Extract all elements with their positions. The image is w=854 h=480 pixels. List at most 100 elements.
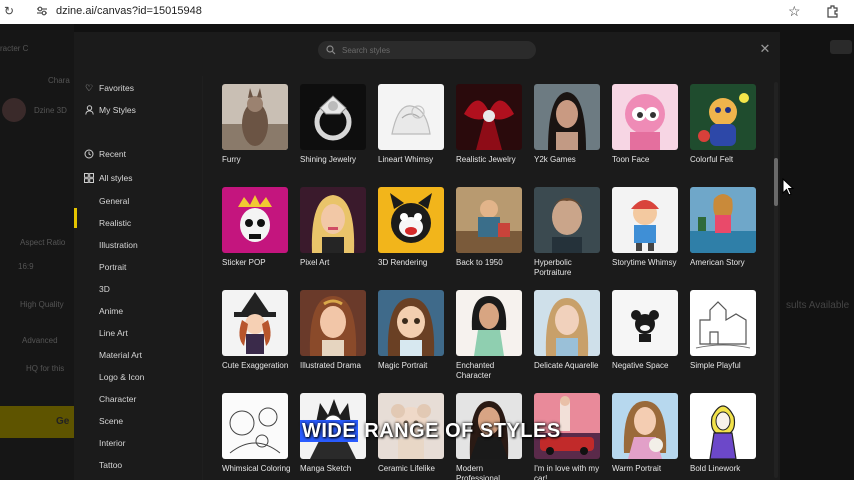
sidebar-category-realistic[interactable]: Realistic	[99, 218, 131, 228]
style-card-pixel-art[interactable]: Pixel Art	[300, 187, 368, 268]
style-thumbnail	[612, 393, 678, 459]
style-card-negative-space[interactable]: Negative Space	[612, 290, 680, 371]
style-card-realistic-jewelry[interactable]: Realistic Jewelry	[456, 84, 524, 165]
sidebar-item-favorites[interactable]: ♡ Favorites	[84, 80, 134, 96]
style-label: Bold Linework	[690, 464, 741, 473]
style-card-magic-portrait[interactable]: Magic Portrait	[378, 290, 446, 371]
sidebar-category-character[interactable]: Character	[99, 394, 136, 404]
style-sidebar: ♡ Favorites My Styles Recent All styles …	[74, 76, 202, 480]
video-caption: WIDE RANGE OF STYLES	[300, 420, 561, 443]
bg-text: Aspect Ratio	[20, 238, 66, 247]
style-thumbnail	[534, 290, 600, 356]
sidebar-item-recent[interactable]: Recent	[84, 146, 126, 162]
sidebar-category-material-art[interactable]: Material Art	[99, 350, 142, 360]
style-label: Lineart Whimsy	[378, 155, 434, 164]
sidebar-category-logo-icon[interactable]: Logo & Icon	[99, 372, 144, 382]
style-card-cute-exaggeration[interactable]: Cute Exaggeration	[222, 290, 290, 371]
style-card-colorful-felt[interactable]: Colorful Felt	[690, 84, 758, 165]
cut-off-label: —	[458, 72, 466, 75]
site-settings-icon[interactable]	[36, 5, 48, 17]
background-left-panel: racter C Chara Dzine 3D Aspect Ratio 16:…	[0, 24, 74, 480]
style-thumbnail	[222, 290, 288, 356]
style-thumbnail	[690, 84, 756, 150]
scrollbar-track[interactable]	[774, 82, 778, 478]
style-label: Magic Portrait	[378, 361, 428, 370]
avatar	[2, 98, 26, 122]
style-card-american-story[interactable]: American Story	[690, 187, 758, 268]
bookmark-star-icon[interactable]: ☆	[788, 3, 801, 20]
style-label: 3D Rendering	[378, 258, 428, 267]
style-card-back-to-1950[interactable]: Back to 1950	[456, 187, 524, 268]
reload-icon[interactable]: ↻	[4, 4, 18, 18]
extensions-icon[interactable]	[826, 4, 840, 18]
grid-icon	[84, 173, 94, 183]
active-indicator	[74, 208, 77, 228]
style-thumbnail	[456, 290, 522, 356]
sidebar-item-all-styles[interactable]: All styles	[84, 170, 133, 186]
clock-icon	[84, 149, 94, 159]
sidebar-category-scene[interactable]: Scene	[99, 416, 123, 426]
style-card-3d-rendering[interactable]: 3D Rendering	[378, 187, 446, 268]
style-label: Enchanted Character	[456, 361, 495, 380]
sidebar-category-illustration[interactable]: Illustration	[99, 240, 138, 250]
sidebar-category-portrait[interactable]: Portrait	[99, 262, 126, 272]
style-label: American Story	[690, 258, 745, 267]
caption-highlight: WIDE	[300, 420, 359, 442]
style-thumbnail	[612, 290, 678, 356]
bg-text: sults Available	[786, 300, 850, 311]
bg-text: Advanced	[22, 336, 58, 345]
style-card-warm-portrait[interactable]: Warm Portrait	[612, 393, 680, 474]
scrollbar-thumb[interactable]	[774, 158, 778, 206]
style-card-sticker-pop[interactable]: Sticker POP	[222, 187, 290, 268]
style-card-whimsical-coloring[interactable]: Whimsical Coloring	[222, 393, 290, 474]
sidebar-category-tattoo[interactable]: Tattoo	[99, 460, 122, 470]
style-label: Ceramic Lifelike	[378, 464, 435, 473]
style-card-furry[interactable]: Furry	[222, 84, 290, 165]
close-icon[interactable]: ✕	[758, 42, 772, 56]
style-card-enchanted-character[interactable]: Enchanted Character	[456, 290, 524, 381]
bg-text: Chara	[48, 76, 70, 85]
sidebar-category-line-art[interactable]: Line Art	[99, 328, 128, 338]
bg-text: racter C	[0, 44, 29, 53]
cut-off-label: —	[302, 72, 310, 75]
style-card-simple-playful[interactable]: Simple Playful	[690, 290, 758, 371]
address-bar[interactable]: dzine.ai/canvas?id=15015948	[56, 5, 202, 17]
style-thumbnail	[378, 290, 444, 356]
style-card-storytime-whimsy[interactable]: Storytime Whimsy	[612, 187, 680, 268]
bg-text: Dzine 3D	[34, 106, 67, 115]
style-card-delicate-aquarelle[interactable]: Delicate Aquarelle	[534, 290, 602, 371]
style-label: Back to 1950	[456, 258, 503, 267]
style-thumbnail	[222, 393, 288, 459]
style-thumbnail	[612, 187, 678, 253]
style-label: Illustrated Drama	[300, 361, 361, 370]
sidebar-item-my-styles[interactable]: My Styles	[84, 102, 136, 118]
style-label: Y2k Games	[534, 155, 576, 164]
search-input[interactable]: Search styles	[318, 41, 536, 59]
sidebar-item-label: Recent	[99, 149, 126, 159]
style-thumbnail	[456, 84, 522, 150]
style-label: Whimsical Coloring	[222, 464, 291, 473]
style-card-y2k-games[interactable]: Y2k Games	[534, 84, 602, 165]
style-card-illustrated-drama[interactable]: Illustrated Drama	[300, 290, 368, 371]
style-label: Delicate Aquarelle	[534, 361, 599, 370]
bg-button	[830, 40, 852, 54]
sidebar-item-label: All styles	[99, 173, 133, 183]
bg-text: HQ for this	[26, 364, 65, 373]
bg-text: Ge	[56, 416, 70, 427]
style-thumbnail	[378, 84, 444, 150]
user-icon	[84, 105, 94, 115]
style-thumbnail	[222, 84, 288, 150]
style-card-lineart-whimsy[interactable]: Lineart Whimsy	[378, 84, 446, 165]
style-card-hyperbolic-portraiture[interactable]: Hyperbolic Portraiture	[534, 187, 602, 278]
style-card-bold-linework[interactable]: Bold Linework	[690, 393, 758, 474]
style-label: Simple Playful	[690, 361, 741, 370]
style-thumbnail	[456, 187, 522, 253]
style-card-shining-jewelry[interactable]: Shining Jewelry	[300, 84, 368, 165]
sidebar-category-general[interactable]: General	[99, 196, 129, 206]
sidebar-category-anime[interactable]: Anime	[99, 306, 123, 316]
style-grid: — — — — Furry Shining Jewelry Lineart Wh…	[222, 72, 762, 480]
sidebar-category-interior[interactable]: Interior	[99, 438, 125, 448]
style-thumbnail	[378, 187, 444, 253]
style-card-toon-face[interactable]: Toon Face	[612, 84, 680, 165]
sidebar-category-3d[interactable]: 3D	[99, 284, 110, 294]
